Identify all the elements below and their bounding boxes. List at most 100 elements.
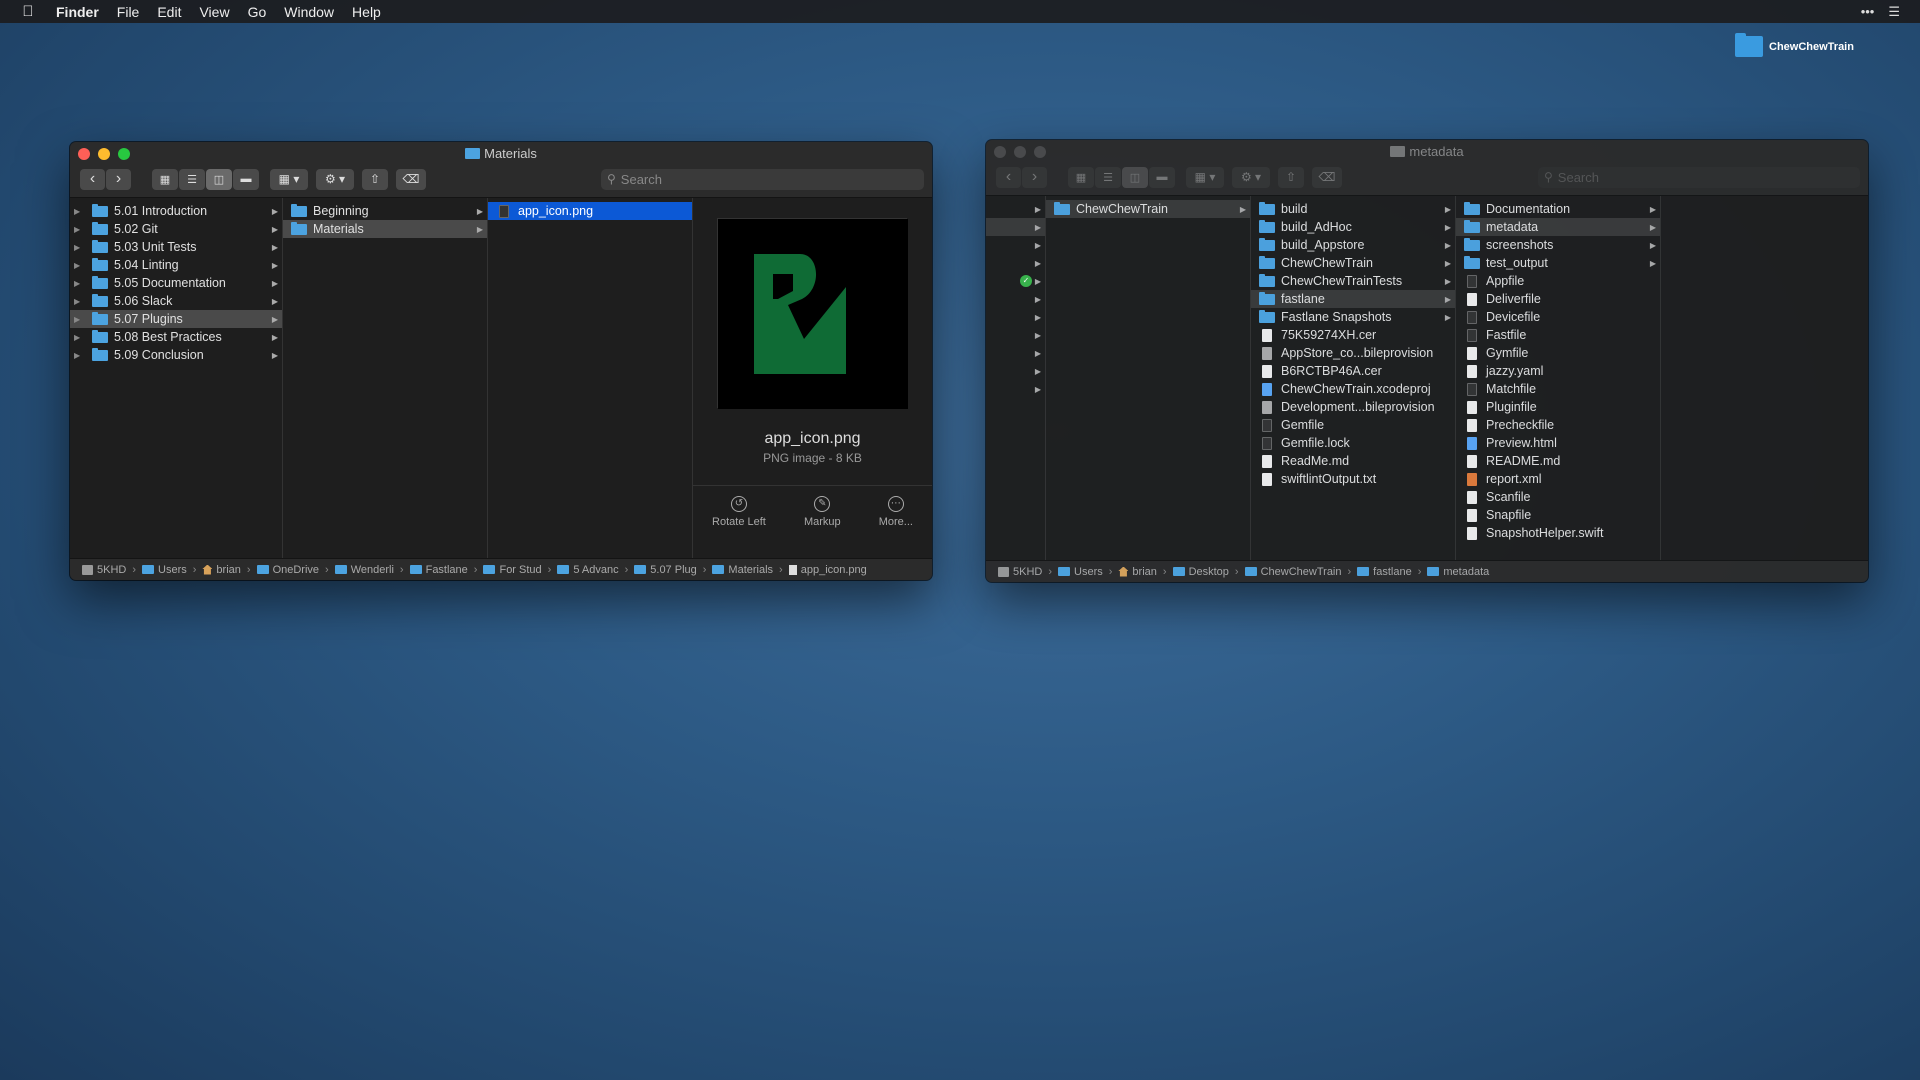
list-item[interactable]: ChewChewTrainTests ▶: [1251, 272, 1455, 290]
list-item[interactable]: ▶ 5.04 Linting ▶: [70, 256, 282, 274]
list-item[interactable]: SnapshotHelper.swift: [1456, 524, 1660, 542]
menu-view[interactable]: View: [199, 4, 229, 20]
list-item[interactable]: Matchfile: [1456, 380, 1660, 398]
list-item[interactable]: swiftlintOutput.txt: [1251, 470, 1455, 488]
list-item[interactable]: ▶: [986, 362, 1045, 380]
list-item[interactable]: Fastfile: [1456, 326, 1660, 344]
list-item[interactable]: ✓ ▶: [986, 272, 1045, 290]
apple-menu-icon[interactable]: : [20, 3, 36, 20]
group-by-button[interactable]: ▦ ▾: [270, 168, 308, 190]
list-item[interactable]: build_Appstore ▶: [1251, 236, 1455, 254]
list-item[interactable]: ▶: [986, 290, 1045, 308]
list-item[interactable]: ▶ 5.08 Best Practices ▶: [70, 328, 282, 346]
markup-button[interactable]: ✎ Markup: [804, 496, 841, 541]
list-item[interactable]: ▶: [986, 326, 1045, 344]
list-item[interactable]: B6RCTBP46A.cer: [1251, 362, 1455, 380]
list-item[interactable]: ▶: [986, 344, 1045, 362]
gallery-view-button[interactable]: ▬: [233, 168, 259, 190]
path-item[interactable]: OneDrive: [256, 564, 319, 576]
path-item[interactable]: Wenderli: [334, 564, 394, 576]
search-field[interactable]: ⚲ Search: [601, 168, 924, 190]
icon-view-button[interactable]: ▦: [1068, 166, 1094, 188]
list-item[interactable]: ▶ 5.09 Conclusion ▶: [70, 346, 282, 364]
list-item[interactable]: ▶ 5.05 Documentation ▶: [70, 274, 282, 292]
menu-help[interactable]: Help: [352, 4, 381, 20]
list-item[interactable]: Snapfile: [1456, 506, 1660, 524]
path-item[interactable]: Fastlane: [409, 564, 468, 576]
list-item[interactable]: ▶ 5.01 Introduction ▶: [70, 202, 282, 220]
list-item-selected[interactable]: Materials ▶: [283, 220, 487, 238]
more-dots-icon[interactable]: •••: [1861, 4, 1875, 20]
list-item-selected[interactable]: app_icon.png: [488, 202, 692, 220]
list-item[interactable]: ChewChewTrain.xcodeproj: [1251, 380, 1455, 398]
search-field[interactable]: ⚲ Search: [1538, 166, 1860, 188]
list-item-selected[interactable]: metadata ▶: [1456, 218, 1660, 236]
list-item[interactable]: ▶ 5.06 Slack ▶: [70, 292, 282, 310]
list-item[interactable]: Devicefile: [1456, 308, 1660, 326]
menu-window[interactable]: Window: [284, 4, 334, 20]
list-item[interactable]: Appfile: [1456, 272, 1660, 290]
list-item-selected[interactable]: ▶: [986, 218, 1045, 236]
path-item[interactable]: app_icon.png: [788, 564, 867, 576]
menu-edit[interactable]: Edit: [157, 4, 181, 20]
list-item[interactable]: ▶: [986, 380, 1045, 398]
list-item[interactable]: Preview.html: [1456, 434, 1660, 452]
list-item[interactable]: Gymfile: [1456, 344, 1660, 362]
list-item[interactable]: ▶: [986, 308, 1045, 326]
forward-button[interactable]: ›: [106, 168, 131, 190]
forward-button[interactable]: ›: [1022, 166, 1047, 188]
list-item[interactable]: Documentation ▶: [1456, 200, 1660, 218]
path-item[interactable]: brian: [202, 564, 241, 576]
list-item[interactable]: 75K59274XH.cer: [1251, 326, 1455, 344]
list-item[interactable]: ▶ 5.03 Unit Tests ▶: [70, 238, 282, 256]
path-item[interactable]: fastlane: [1357, 566, 1412, 578]
menu-app-finder[interactable]: Finder: [56, 4, 99, 20]
list-item-selected[interactable]: fastlane ▶: [1251, 290, 1455, 308]
list-view-button[interactable]: ☰: [1095, 166, 1121, 188]
menu-go[interactable]: Go: [248, 4, 267, 20]
list-item[interactable]: Precheckfile: [1456, 416, 1660, 434]
list-item[interactable]: Beginning ▶: [283, 202, 487, 220]
list-item[interactable]: Scanfile: [1456, 488, 1660, 506]
list-item[interactable]: build_AdHoc ▶: [1251, 218, 1455, 236]
list-item[interactable]: ▶: [986, 236, 1045, 254]
notification-center-icon[interactable]: ☰: [1888, 4, 1900, 20]
path-item[interactable]: Desktop: [1172, 566, 1229, 578]
back-button[interactable]: ‹: [996, 166, 1021, 188]
list-item[interactable]: Development...bileprovision: [1251, 398, 1455, 416]
list-item[interactable]: AppStore_co...bileprovision: [1251, 344, 1455, 362]
share-button[interactable]: ⇧: [362, 168, 388, 190]
column-view-button[interactable]: ◫: [1122, 166, 1148, 188]
list-item[interactable]: Fastlane Snapshots ▶: [1251, 308, 1455, 326]
list-item[interactable]: ChewChewTrain ▶: [1251, 254, 1455, 272]
tag-button[interactable]: ⌫: [1312, 166, 1342, 188]
more-button[interactable]: ⋯ More...: [879, 496, 913, 541]
column-view-button[interactable]: ◫: [206, 168, 232, 190]
share-button[interactable]: ⇧: [1278, 166, 1304, 188]
list-item[interactable]: jazzy.yaml: [1456, 362, 1660, 380]
path-item[interactable]: 5KHD: [998, 566, 1042, 578]
list-item-selected[interactable]: ▶ 5.07 Plugins ▶: [70, 310, 282, 328]
path-item[interactable]: For Stud: [483, 564, 542, 576]
list-item[interactable]: report.xml: [1456, 470, 1660, 488]
path-item[interactable]: ChewChewTrain: [1244, 566, 1342, 578]
desktop-folder-chewchewtrain[interactable]: ChewChewTrain: [1735, 33, 1854, 57]
list-view-button[interactable]: ☰: [179, 168, 205, 190]
list-item[interactable]: README.md: [1456, 452, 1660, 470]
list-item[interactable]: screenshots ▶: [1456, 236, 1660, 254]
path-item[interactable]: 5.07 Plug: [634, 564, 697, 576]
menu-file[interactable]: File: [117, 4, 140, 20]
list-item-selected[interactable]: ChewChewTrain ▶: [1046, 200, 1250, 218]
list-item[interactable]: test_output ▶: [1456, 254, 1660, 272]
list-item[interactable]: Gemfile.lock: [1251, 434, 1455, 452]
path-item[interactable]: Users: [142, 564, 187, 576]
rotate-left-button[interactable]: ↺ Rotate Left: [712, 496, 766, 541]
path-item[interactable]: Materials: [712, 564, 773, 576]
list-item[interactable]: ▶: [986, 254, 1045, 272]
list-item[interactable]: build ▶: [1251, 200, 1455, 218]
icon-view-button[interactable]: ▦: [152, 168, 178, 190]
list-item[interactable]: ▶ 5.02 Git ▶: [70, 220, 282, 238]
path-item[interactable]: metadata: [1427, 566, 1489, 578]
group-by-button[interactable]: ▦ ▾: [1186, 166, 1224, 188]
action-gear-button[interactable]: ⚙ ▾: [316, 168, 354, 190]
